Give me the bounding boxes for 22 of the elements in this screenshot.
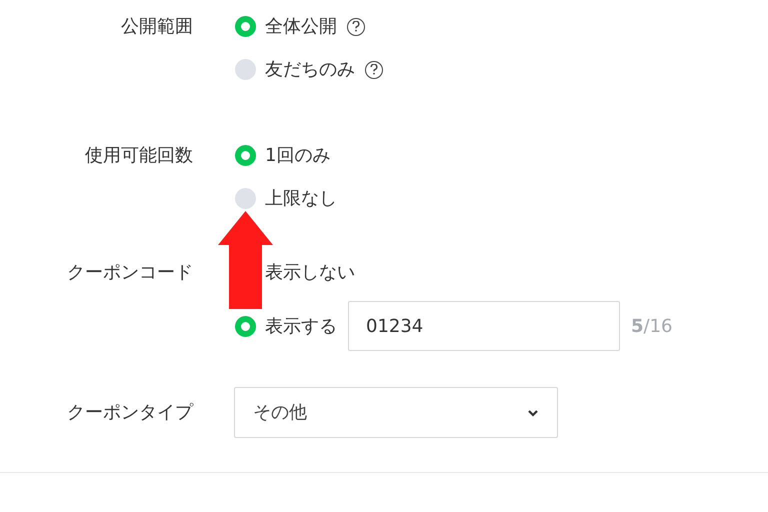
radio-button[interactable] — [235, 316, 256, 336]
radio-button[interactable] — [235, 59, 256, 80]
option-label[interactable]: 全体公開 — [265, 13, 337, 40]
field-label: 使用可能回数 — [85, 144, 193, 168]
type-select[interactable]: その他 — [234, 387, 558, 438]
code-input[interactable]: 01234 — [348, 301, 620, 351]
character-count: 5/16 — [631, 314, 672, 338]
field-label: クーポンタイプ — [67, 400, 193, 424]
help-icon[interactable] — [347, 18, 365, 36]
option-label[interactable]: 上限なし — [265, 185, 337, 212]
radio-button[interactable] — [235, 16, 256, 37]
radio-button[interactable] — [235, 188, 256, 209]
select-value: その他 — [253, 401, 307, 425]
option-label[interactable]: 表示しない — [265, 259, 355, 286]
chevron-down-icon — [527, 408, 539, 416]
option-label[interactable]: 友だちのみ — [265, 56, 355, 83]
option-label[interactable]: 表示する — [265, 312, 337, 340]
field-label: クーポンコード — [67, 261, 193, 285]
field-label: 公開範囲 — [121, 15, 193, 39]
option-label[interactable]: 1回のみ — [265, 142, 330, 169]
help-icon[interactable] — [365, 60, 383, 78]
radio-button[interactable] — [235, 145, 256, 166]
